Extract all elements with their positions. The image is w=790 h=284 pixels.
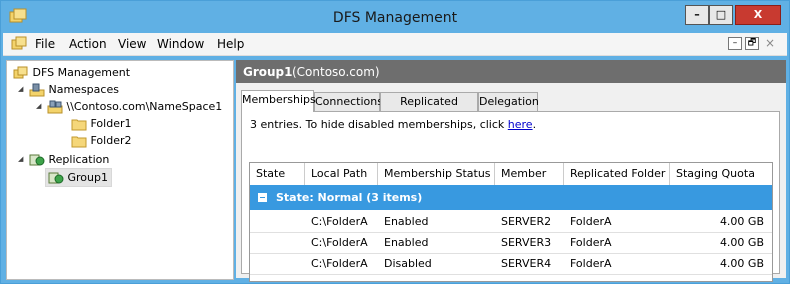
table-row[interactable]: C:\FolderA Disabled SERVER4 FolderA 4.00… (250, 254, 772, 275)
collapse-icon[interactable] (258, 193, 267, 202)
menu-action[interactable]: Action (69, 37, 107, 51)
cell-membership-status: Enabled (384, 236, 429, 249)
expander-namespaces-icon[interactable]: ◢ (18, 85, 23, 93)
tree-item-label: Namespaces (48, 83, 119, 96)
column-header-state[interactable]: State (250, 163, 305, 185)
table-row[interactable]: C:\FolderA Enabled SERVER2 FolderA 4.00 … (250, 212, 772, 233)
cell-replicated-folder: FolderA (570, 257, 612, 270)
menu-window[interactable]: Window (157, 37, 204, 51)
replication-group-icon (48, 172, 64, 184)
cell-replicated-folder: FolderA (570, 236, 612, 249)
maximize-button[interactable]: □ (709, 5, 733, 25)
cell-member: SERVER2 (501, 215, 552, 228)
folder-icon (71, 119, 87, 131)
cell-member: SERVER3 (501, 236, 552, 249)
details-header: Group1 (Contoso.com) (236, 60, 786, 83)
column-header-replicated-folder[interactable]: Replicated Folder (564, 163, 670, 185)
column-header-staging-quota[interactable]: Staging Quota (670, 163, 772, 185)
tree-item-dfs-management[interactable]: DFS Management (13, 64, 130, 81)
tree-item-folder1[interactable]: Folder1 (71, 115, 132, 132)
tab-connections[interactable]: Connections (314, 92, 383, 111)
tree-item-label: \\Contoso.com\NameSpace1 (66, 100, 223, 113)
details-header-name: Group1 (243, 65, 293, 79)
info-text: 3 entries. To hide disabled memberships,… (250, 118, 505, 131)
group-header-label: State: Normal (3 items) (276, 191, 423, 204)
cell-staging-quota: 4.00 GB (719, 257, 764, 270)
cell-member: SERVER4 (501, 257, 552, 270)
namespaces-icon (29, 83, 45, 97)
dfs-menu-icon[interactable] (11, 36, 27, 52)
dfs-management-icon (13, 66, 28, 79)
details-header-domain: (Contoso.com) (292, 65, 380, 79)
tree-item-label: DFS Management (32, 66, 131, 79)
tree-item-namespaces[interactable]: Namespaces (29, 81, 119, 98)
info-line: 3 entries. To hide disabled memberships,… (250, 118, 536, 131)
title-bar[interactable]: DFS Management – □ X (1, 1, 789, 33)
cell-staging-quota: 4.00 GB (719, 236, 764, 249)
table-row[interactable]: C:\FolderA Enabled SERVER3 FolderA 4.00 … (250, 233, 772, 254)
tree-item-label: Folder2 (90, 134, 132, 147)
menu-view[interactable]: View (118, 37, 146, 51)
namespace-icon (47, 100, 63, 114)
replication-icon (29, 154, 45, 166)
menu-bar: File Action View Window Help – 🗗 × (3, 33, 787, 56)
tree-item-label: Group1 (67, 171, 109, 184)
mdi-close-button[interactable]: × (765, 36, 775, 50)
minimize-button[interactable]: – (685, 5, 709, 25)
tab-replicated-folders[interactable]: Replicated Folders (380, 92, 478, 126)
cell-replicated-folder: FolderA (570, 215, 612, 228)
tree-item-label: Folder1 (90, 117, 132, 130)
memberships-grid: State Local Path Membership Status Membe… (249, 162, 773, 282)
tree-item-replication[interactable]: Replication (29, 151, 109, 168)
console-tree: DFS Management ◢ Namespaces ◢ \\Contoso.… (6, 60, 234, 280)
details-pane: Group1 (Contoso.com) Memberships Connect… (236, 60, 786, 282)
cell-local-path: C:\FolderA (311, 257, 368, 270)
info-end: . (532, 118, 537, 131)
tree-item-folder2[interactable]: Folder2 (71, 132, 132, 149)
expander-replication-icon[interactable]: ◢ (18, 155, 23, 163)
tab-area: Memberships Connections Replicated Folde… (236, 83, 786, 282)
tree-item-namespace1[interactable]: \\Contoso.com\NameSpace1 (47, 98, 222, 115)
column-header-member[interactable]: Member (495, 163, 564, 185)
cell-membership-status: Disabled (384, 257, 432, 270)
close-button[interactable]: X (735, 5, 781, 25)
tab-memberships[interactable]: Memberships (241, 90, 316, 112)
hide-disabled-link[interactable]: here (508, 118, 533, 131)
folder-icon (71, 136, 87, 148)
tree-item-label: Replication (48, 153, 110, 166)
tree-item-group1[interactable]: Group1 (45, 168, 112, 187)
menu-help[interactable]: Help (217, 37, 244, 51)
tab-delegation[interactable]: Delegation (478, 92, 539, 111)
mdi-minimize-button[interactable]: – (728, 37, 742, 50)
cell-staging-quota: 4.00 GB (719, 215, 764, 228)
column-header-local-path[interactable]: Local Path (305, 163, 378, 185)
group-header-normal[interactable]: State: Normal (3 items) (250, 185, 772, 210)
column-header-membership-status[interactable]: Membership Status (378, 163, 495, 185)
window-title: DFS Management (332, 10, 458, 26)
cell-local-path: C:\FolderA (311, 236, 368, 249)
mdi-restore-button[interactable]: 🗗 (745, 37, 759, 50)
memberships-panel: 3 entries. To hide disabled memberships,… (241, 111, 780, 282)
app-window: DFS Management – □ X File Action View Wi… (0, 0, 790, 284)
cell-membership-status: Enabled (384, 215, 429, 228)
expander-namespace1-icon[interactable]: ◢ (36, 102, 41, 110)
cell-local-path: C:\FolderA (311, 215, 368, 228)
menu-file[interactable]: File (35, 37, 55, 51)
